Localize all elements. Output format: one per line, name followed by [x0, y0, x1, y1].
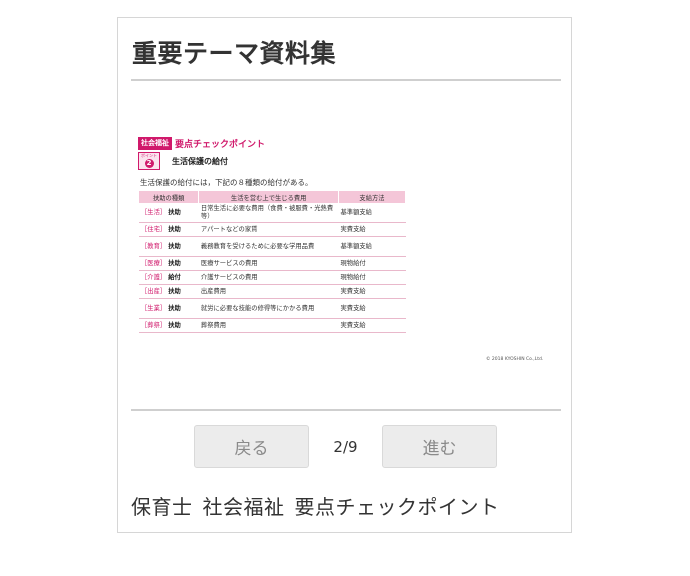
prev-button[interactable]: 戻る	[194, 425, 309, 468]
benefit-type-name: ［生業］	[141, 304, 167, 312]
benefit-type-kind: 扶助	[168, 259, 181, 267]
table-header-cell: 扶助の種類	[139, 191, 200, 203]
resource-card: 重要テーマ資料集 社会福祉 要点チェックポイント ポイント 2 生活保護の給付 …	[117, 17, 572, 533]
benefit-method-cell: 基準額支給	[338, 236, 406, 257]
document-intro: 生活保護の給付には，下記の８種類の給付がある。	[140, 178, 313, 187]
category-badge: 社会福祉	[138, 137, 172, 150]
benefit-type-cell: ［葬祭］ 扶助	[139, 318, 199, 333]
point-label: ポイント	[141, 153, 157, 158]
table-row: ［生業］ 扶助 就労に必要な技能の修得等にかかる費用 実費支給	[139, 298, 406, 319]
tag-item[interactable]: 要点チェックポイント	[295, 495, 500, 519]
table-header-cell: 支給方法	[338, 191, 407, 203]
tag-item[interactable]: 保育士	[131, 495, 193, 519]
page-title: 重要テーマ資料集	[132, 39, 337, 68]
benefit-method-cell: 基準額支給	[338, 203, 406, 223]
point-number: 2	[144, 159, 154, 168]
table-row: ［生活］ 扶助 日常生活に必要な費用（食費・被服費・光熱費等） 基準額支給	[139, 203, 406, 223]
benefit-method-cell: 実費支給	[338, 284, 406, 299]
tag-list: 保育士 社会福祉 要点チェックポイント	[131, 491, 510, 520]
table-row: ［介護］ 給付 介護サービスの費用 現物給付	[139, 270, 406, 285]
table-header-row: 扶助の種類 生活を営む上で生じる費用 支給方法	[139, 191, 407, 203]
benefit-method-cell: 現物給付	[338, 256, 406, 271]
benefit-cost-cell: 就労に必要な技能の修得等にかかる費用	[198, 298, 339, 319]
benefit-method-cell: 実費支給	[338, 318, 406, 333]
benefit-type-name: ［医療］	[141, 259, 167, 267]
table-row: ［医療］ 扶助 医療サービスの費用 現物給付	[139, 256, 406, 271]
bottom-divider	[131, 409, 561, 411]
benefit-type-name: ［教育］	[141, 242, 167, 250]
page-indicator: 2/9	[333, 437, 358, 456]
tag-item[interactable]: 社会福祉	[203, 495, 285, 519]
benefit-type-kind: 扶助	[168, 208, 181, 216]
benefit-type-name: ［葬祭］	[141, 321, 167, 329]
benefit-cost-cell: 葬祭費用	[198, 318, 339, 333]
point-icon: ポイント 2	[138, 152, 160, 170]
benefit-type-name: ［出産］	[141, 287, 167, 295]
benefit-type-kind: 扶助	[168, 287, 181, 295]
document-header: 社会福祉 要点チェックポイント	[138, 137, 265, 150]
benefit-type-cell: ［生活］ 扶助	[139, 203, 199, 223]
benefit-cost-cell: 介護サービスの費用	[198, 270, 339, 285]
next-button[interactable]: 進む	[382, 425, 497, 468]
document-image: 社会福祉 要点チェックポイント ポイント 2 生活保護の給付 生活保護の給付には…	[138, 133, 558, 368]
benefit-type-kind: 扶助	[168, 304, 181, 312]
benefit-type-kind: 扶助	[168, 242, 181, 250]
document-header-title: 要点チェックポイント	[175, 140, 266, 150]
benefit-cost-cell: アパートなどの家賃	[198, 222, 339, 237]
benefit-type-kind: 扶助	[168, 225, 181, 233]
benefit-method-cell: 実費支給	[338, 298, 406, 319]
table-row: ［出産］ 扶助 出産費用 実費支給	[139, 284, 406, 299]
table-header-cell: 生活を営む上で生じる費用	[198, 191, 339, 203]
benefit-cost-cell: 医療サービスの費用	[198, 256, 339, 271]
benefit-type-cell: ［教育］ 扶助	[139, 236, 199, 257]
document-subtitle: 生活保護の給付	[172, 157, 228, 166]
benefit-cost-cell: 日常生活に必要な費用（食費・被服費・光熱費等）	[198, 203, 339, 223]
benefit-cost-cell: 義務教育を受けるために必要な学用品費	[198, 236, 339, 257]
benefit-type-name: ［介護］	[141, 273, 167, 281]
top-divider	[131, 79, 561, 81]
table-row: ［住宅］ 扶助 アパートなどの家賃 実費支給	[139, 222, 406, 237]
table-row: ［教育］ 扶助 義務教育を受けるために必要な学用品費 基準額支給	[139, 236, 406, 257]
benefit-cost-cell: 出産費用	[198, 284, 339, 299]
benefit-type-kind: 給付	[168, 273, 181, 281]
benefit-type-cell: ［出産］ 扶助	[139, 284, 199, 299]
benefit-method-cell: 実費支給	[338, 222, 406, 237]
benefit-type-cell: ［介護］ 給付	[139, 270, 199, 285]
benefit-type-cell: ［住宅］ 扶助	[139, 222, 199, 237]
benefit-type-name: ［生活］	[141, 208, 167, 216]
table-body: ［生活］ 扶助 日常生活に必要な費用（食費・被服費・光熱費等） 基準額支給 ［住宅］ 扶助…	[139, 203, 406, 333]
table-row: ［葬祭］ 扶助 葬祭費用 実費支給	[139, 318, 406, 333]
copyright-text: © 2018 KYOSHIN Co.,Ltd.	[486, 357, 544, 362]
benefit-type-cell: ［医療］ 扶助	[139, 256, 199, 271]
benefits-table: 扶助の種類 生活を営む上で生じる費用 支給方法 ［生活］ 扶助 日常生活に必要な費用…	[139, 191, 407, 333]
benefit-type-kind: 扶助	[168, 321, 181, 329]
benefit-method-cell: 現物給付	[338, 270, 406, 285]
benefit-type-cell: ［生業］ 扶助	[139, 298, 199, 319]
benefit-type-name: ［住宅］	[141, 225, 167, 233]
